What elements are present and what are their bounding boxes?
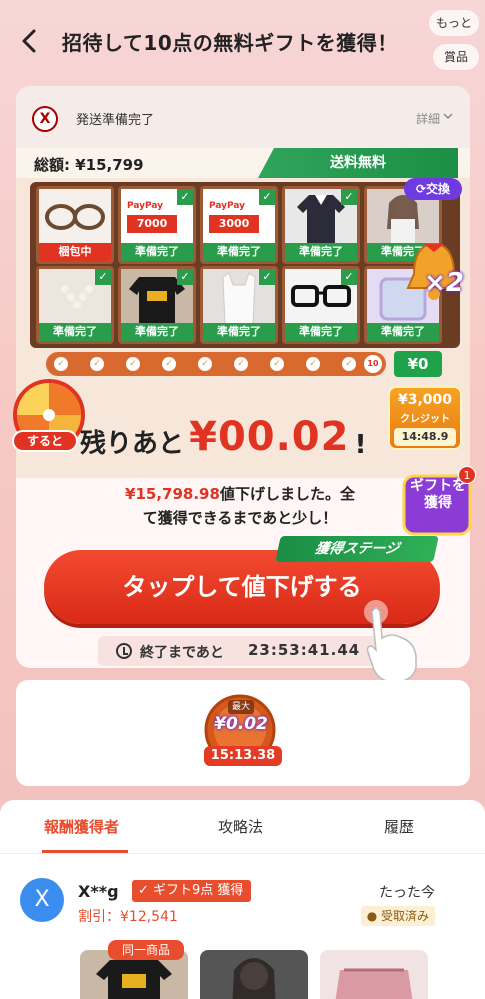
gift-item[interactable]: 梱包中 <box>36 186 114 264</box>
gift-count-badge: 1 <box>458 466 476 484</box>
tab-winners[interactable]: 報酬獲得者 <box>44 816 119 837</box>
chevron-down-icon <box>443 113 453 120</box>
gift-item[interactable]: ✓ 準備完了 <box>36 266 114 344</box>
product-thumbnail[interactable] <box>200 950 308 999</box>
progress-check-icon: ✓ <box>90 357 104 371</box>
remaining-amount-row: 残りあと ¥00.02 ! <box>80 414 410 470</box>
back-button[interactable] <box>14 24 44 58</box>
avatar: X <box>20 878 64 922</box>
location-pin-icon: ● <box>366 909 381 923</box>
gift-item[interactable]: ✓ 準備完了 <box>282 186 360 264</box>
countdown-row: 終了まであと 23:53:41.44 <box>98 636 398 666</box>
chevron-left-icon <box>22 29 36 53</box>
max-label: 最大 <box>228 700 254 714</box>
product-thumbnail[interactable] <box>320 950 428 999</box>
progress-check-icon: ✓ <box>234 357 248 371</box>
gift-item[interactable]: PayPay 7000 ✓ 準備完了 <box>118 186 196 264</box>
multiplier-badge: ×2 <box>424 268 464 298</box>
progress-check-icon: ✓ <box>270 357 284 371</box>
winner-time: たった今 <box>379 885 435 901</box>
item-status: 準備完了 <box>203 323 275 341</box>
prize-button[interactable]: 賞品 <box>433 44 479 70</box>
max-amount: ¥0.02 <box>214 714 268 734</box>
total-amount: 総額: ¥15,799 <box>34 156 144 174</box>
pointing-hand-icon <box>364 600 417 683</box>
shipping-status: 発送準備完了 <box>76 113 155 128</box>
progress-badge: ¥0 <box>394 351 442 377</box>
item-status: 準備完了 <box>203 243 275 261</box>
progress-bar: ✓ ✓ ✓ ✓ ✓ ✓ ✓ ✓ ✓ 10 <box>46 352 386 376</box>
total-row: 総額: ¥15,799 送料無料 <box>16 148 470 178</box>
gift-item[interactable]: PayPay 3000 ✓ 準備完了 <box>200 186 278 264</box>
clock-icon <box>116 643 132 659</box>
item-status: 準備完了 <box>285 323 357 341</box>
item-status: 準備完了 <box>121 243 193 261</box>
received-tag: ● 受取済み <box>360 906 435 926</box>
progress-check-icon: ✓ <box>342 357 356 371</box>
item-status: 梱包中 <box>39 243 111 261</box>
more-button[interactable]: もっと <box>429 10 479 36</box>
reduced-message: ¥15,798.98値下げしました。全 て獲得できるまであと少し！ <box>80 482 400 530</box>
tab-history[interactable]: 履歴 <box>384 816 414 837</box>
item-status: 準備完了 <box>121 323 193 341</box>
page-title: 招待して10点の無料ギフトを獲得！ <box>62 31 398 55</box>
check-icon: ✓ <box>259 269 275 285</box>
countdown-timer: 23:53:41.44 <box>248 641 361 659</box>
gift-item[interactable]: ✓ 準備完了 <box>282 266 360 344</box>
remaining-amount: ¥00.02 <box>189 414 350 460</box>
item-status: 準備完了 <box>285 243 357 261</box>
glasses-image <box>39 189 111 245</box>
gift-item[interactable]: ✓ 準備完了 <box>200 266 278 344</box>
remaining-prefix: 残りあと <box>80 429 185 459</box>
progress-check-icon: ✓ <box>162 357 176 371</box>
tab-strategy[interactable]: 攻略法 <box>218 816 263 837</box>
swap-button[interactable]: ⟳交換 <box>404 178 462 200</box>
reduced-amount: ¥15,798.98 <box>125 485 220 503</box>
remaining-suffix: ! <box>354 430 367 460</box>
same-product-label: 同一商品 <box>108 940 184 960</box>
winner-gift-badge: ✓ ギフト9点 獲得 <box>132 880 252 902</box>
shipping-row[interactable]: X 発送準備完了 詳細 <box>16 86 470 148</box>
item-status: 準備完了 <box>39 323 111 341</box>
refresh-icon: ⟳ <box>415 182 427 196</box>
winner-discount: 割引：¥12,541 <box>78 909 178 925</box>
reduced-message-line2: て獲得できるまであと少し！ <box>142 509 338 527</box>
countdown-label: 終了まであと <box>140 645 224 661</box>
check-icon: ✓ <box>177 269 193 285</box>
check-icon: ✓ <box>177 189 193 205</box>
gift-item[interactable]: ✓ 準備完了 <box>118 266 196 344</box>
gift-shelf: 梱包中 PayPay 7000 ✓ 準備完了 PayPay 3000 ✓ 準備完… <box>30 182 460 348</box>
credit-amount: ¥3,000 <box>397 392 453 408</box>
check-icon: ✓ <box>341 189 357 205</box>
wheel-label: すると <box>12 430 78 452</box>
free-shipping-banner: 送料無料 <box>258 148 458 178</box>
progress-end-marker: 10 <box>364 355 382 373</box>
progress-check-icon: ✓ <box>126 357 140 371</box>
item-status: 準備完了 <box>367 323 439 341</box>
check-icon: ✓ <box>341 269 357 285</box>
progress-check-icon: ✓ <box>198 357 212 371</box>
reduced-message-line1: 値下げしました。全 <box>219 485 355 503</box>
progress-check-icon: ✓ <box>306 357 320 371</box>
progress-check-icon: ✓ <box>54 357 68 371</box>
check-icon: ✓ <box>138 883 154 898</box>
stage-tag: 獲得ステージ <box>275 536 439 562</box>
max-timer: 15:13.38 <box>204 746 282 766</box>
check-icon: ✓ <box>95 269 111 285</box>
winner-name: X**g <box>78 882 119 901</box>
details-link[interactable]: 詳細 <box>416 110 440 127</box>
top-bar: 招待して10点の無料ギフトを獲得！ もっと 賞品 <box>0 0 485 80</box>
shop-logo-icon: X <box>32 106 58 132</box>
get-gift-button[interactable]: ギフトを獲得 <box>410 478 466 512</box>
divider <box>0 853 485 854</box>
check-icon: ✓ <box>259 189 275 205</box>
